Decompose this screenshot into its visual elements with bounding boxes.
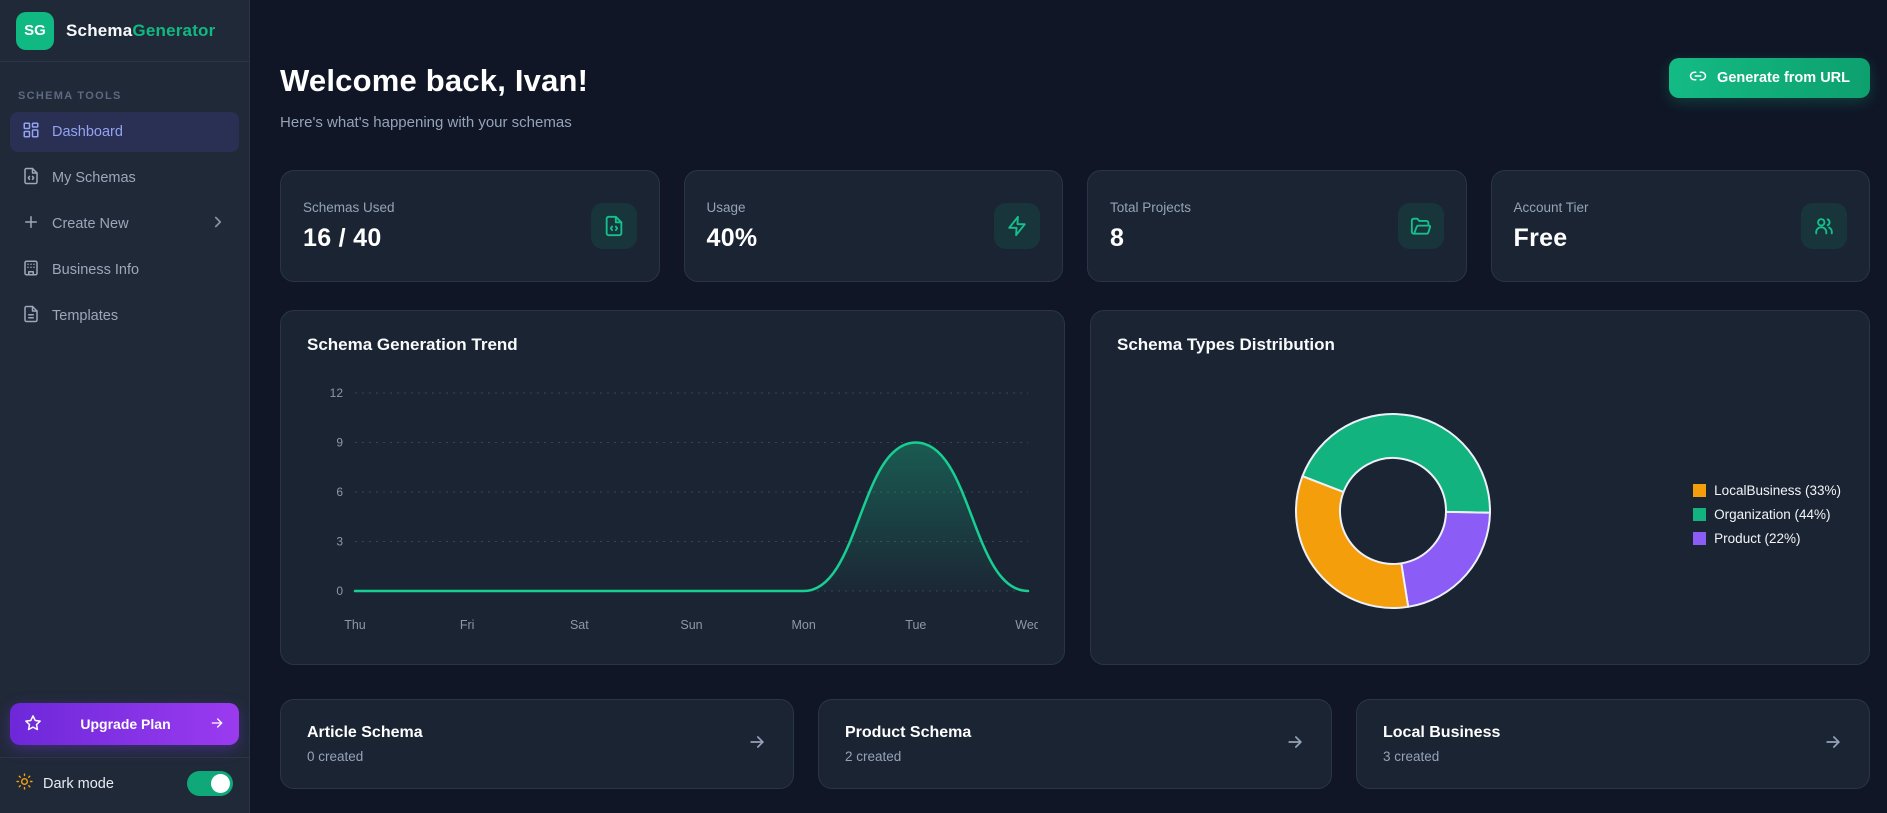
distribution-chart-card: Schema Types Distribution LocalBusiness … xyxy=(1090,310,1870,665)
arrow-right-icon xyxy=(209,715,225,734)
quick-card-subtitle: 3 created xyxy=(1383,749,1440,764)
sidebar-item-label: Dashboard xyxy=(52,124,123,140)
logo-badge: SG xyxy=(16,11,54,50)
app-name: SchemaGenerator xyxy=(66,20,216,40)
stat-card-schemas-used: Schemas Used 16 / 40 xyxy=(280,170,660,282)
generate-from-url-button[interactable]: Generate from URL xyxy=(1669,58,1870,98)
trend-chart-title: Schema Generation Trend xyxy=(307,335,518,354)
legend-label: Product (22%) xyxy=(1714,531,1801,546)
users-icon xyxy=(1801,203,1847,249)
quick-card-subtitle: 2 created xyxy=(845,749,902,764)
svg-text:Wed: Wed xyxy=(1015,618,1038,632)
file-text-icon xyxy=(22,305,40,327)
quick-card-title: Article Schema xyxy=(307,724,423,741)
stat-label: Account Tier xyxy=(1513,199,1589,215)
legend-swatch xyxy=(1693,484,1707,497)
sidebar-item-templates[interactable]: Templates xyxy=(10,296,239,336)
file-code-icon xyxy=(590,203,637,249)
trend-line-chart: 0 3 6 9 12 Thu Fri Sat Sun Mon Tue Wed xyxy=(330,386,1041,632)
legend-swatch xyxy=(1693,532,1707,545)
dashboard-grid-icon xyxy=(22,121,40,143)
svg-text:Sat: Sat xyxy=(570,618,589,632)
folder-open-icon xyxy=(1397,203,1444,249)
sidebar-item-label: Templates xyxy=(52,308,119,324)
legend-label: LocalBusiness (33%) xyxy=(1714,483,1841,498)
stat-label: Total Projects xyxy=(1110,199,1192,215)
quick-card-title: Local Business xyxy=(1383,724,1501,741)
main-content: Welcome back, Ivan! Here's what's happen… xyxy=(250,0,1887,813)
chevron-right-icon xyxy=(209,213,227,235)
sidebar: SG SchemaGenerator SCHEMA TOOLS Dashboar… xyxy=(0,0,250,813)
stat-card-total-projects: Total Projects 8 xyxy=(1087,170,1467,282)
dark-mode-row: Dark mode xyxy=(0,757,249,813)
legend-swatch xyxy=(1693,508,1707,521)
stat-value: 8 xyxy=(1110,223,1125,252)
page-header: Welcome back, Ivan! Here's what's happen… xyxy=(280,0,1870,131)
sidebar-item-label: Business Info xyxy=(52,262,140,278)
svg-text:6: 6 xyxy=(336,485,343,499)
building-icon xyxy=(22,259,40,281)
svg-text:0: 0 xyxy=(336,584,343,598)
app-logo: SG SchemaGenerator xyxy=(0,0,249,62)
svg-text:Tue: Tue xyxy=(905,618,926,632)
stat-card-usage: Usage 40% xyxy=(683,170,1063,282)
legend-item-localbusiness: LocalBusiness (33%) xyxy=(1693,483,1841,498)
svg-text:9: 9 xyxy=(336,436,343,450)
svg-text:Mon: Mon xyxy=(792,618,816,632)
sidebar-item-my-schemas[interactable]: My Schemas xyxy=(10,158,239,198)
donut-chart xyxy=(1295,413,1491,609)
svg-text:12: 12 xyxy=(330,386,344,400)
quick-card-subtitle: 0 created xyxy=(307,749,364,764)
stats-row: Schemas Used 16 / 40 Usage 40% Total Pro… xyxy=(280,170,1870,282)
svg-text:3: 3 xyxy=(336,535,343,549)
distribution-chart-title: Schema Types Distribution xyxy=(1117,335,1335,354)
upgrade-plan-label: Upgrade Plan xyxy=(80,716,171,732)
page-title: Welcome back, Ivan! xyxy=(280,63,589,98)
dark-mode-toggle[interactable] xyxy=(187,771,233,796)
sun-icon xyxy=(16,772,33,795)
toggle-knob xyxy=(211,774,230,793)
stat-value: 40% xyxy=(706,223,758,252)
page-subtitle: Here's what's happening with your schema… xyxy=(280,114,572,131)
quick-card-article-schema[interactable]: Article Schema 0 created xyxy=(280,699,794,789)
trend-chart-card: Schema Generation Trend 0 3 6 9 12 Thu Fri Sat S… xyxy=(280,310,1065,665)
legend-label: Organization (44%) xyxy=(1714,507,1831,522)
donut-legend: LocalBusiness (33%) Organization (44%) Pro… xyxy=(1693,483,1841,546)
stat-label: Schemas Used xyxy=(303,199,395,215)
sidebar-nav: Dashboard My Schemas Create New Business… xyxy=(0,112,249,342)
stat-value: Free xyxy=(1513,223,1568,252)
dark-mode-label: Dark mode xyxy=(43,775,114,792)
star-icon xyxy=(24,714,42,735)
sidebar-item-dashboard[interactable]: Dashboard xyxy=(10,112,239,152)
stat-value: 16 / 40 xyxy=(303,223,382,252)
sidebar-item-business-info[interactable]: Business Info xyxy=(10,250,239,290)
legend-item-organization: Organization (44%) xyxy=(1693,507,1841,522)
arrow-right-icon xyxy=(1823,732,1843,757)
quick-card-product-schema[interactable]: Product Schema 2 created xyxy=(818,699,1332,789)
upgrade-plan-button[interactable]: Upgrade Plan xyxy=(10,703,239,745)
legend-item-product: Product (22%) xyxy=(1693,531,1841,546)
sidebar-item-label: My Schemas xyxy=(52,170,136,186)
svg-text:Sun: Sun xyxy=(680,618,702,632)
sidebar-item-create-new[interactable]: Create New xyxy=(10,204,239,244)
stat-card-account-tier: Account Tier Free xyxy=(1490,170,1870,282)
charts-row: Schema Generation Trend 0 3 6 9 12 Thu Fri Sat S… xyxy=(280,310,1870,665)
arrow-right-icon xyxy=(1285,732,1305,757)
generate-from-url-label: Generate from URL xyxy=(1717,70,1850,86)
stat-label: Usage xyxy=(706,199,746,215)
file-code-icon xyxy=(22,167,40,189)
plus-icon xyxy=(22,213,40,235)
arrow-right-icon xyxy=(747,732,767,757)
zap-icon xyxy=(994,203,1040,249)
quick-card-local-business[interactable]: Local Business 3 created xyxy=(1356,699,1870,789)
quick-card-title: Product Schema xyxy=(845,724,972,741)
sidebar-item-label: Create New xyxy=(52,216,129,232)
svg-text:Fri: Fri xyxy=(460,618,475,632)
sidebar-section-label: SCHEMA TOOLS xyxy=(18,90,122,102)
link-icon xyxy=(1689,67,1707,89)
svg-text:Thu: Thu xyxy=(344,618,366,632)
quick-cards-row: Article Schema 0 created Product Schema … xyxy=(280,699,1870,789)
donut-chart-area: LocalBusiness (33%) Organization (44%) Pro… xyxy=(1117,355,1843,640)
